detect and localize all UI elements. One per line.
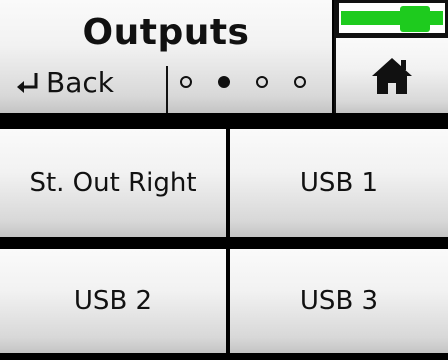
header-panel: Outputs Back <box>0 0 332 113</box>
output-button-usb-3[interactable]: USB 3 <box>230 249 448 353</box>
output-button-label: St. Out Right <box>29 168 197 198</box>
output-button-usb-2[interactable]: USB 2 <box>0 249 226 353</box>
back-label: Back <box>46 65 114 99</box>
home-button[interactable] <box>336 38 448 113</box>
page-indicator <box>180 76 306 88</box>
back-arrow-icon <box>17 73 38 93</box>
output-button-label: USB 1 <box>299 168 379 198</box>
output-button-label: USB 2 <box>73 286 153 316</box>
level-meter <box>336 0 448 36</box>
back-button[interactable]: Back <box>14 62 114 102</box>
page-title: Outputs <box>82 12 250 53</box>
header-divider <box>166 66 168 113</box>
output-button-label: USB 3 <box>299 286 379 316</box>
page-dot-current <box>218 76 230 88</box>
output-button-st-out-right[interactable]: St. Out Right <box>0 129 226 237</box>
home-icon <box>372 58 412 94</box>
page-dot <box>256 76 268 88</box>
outputs-screen: Outputs Back St. Out Right USB 1 USB 2 U… <box>0 0 448 360</box>
level-meter-knob <box>400 6 430 32</box>
page-dot <box>294 76 306 88</box>
page-dot <box>180 76 192 88</box>
output-button-usb-1[interactable]: USB 1 <box>230 129 448 237</box>
